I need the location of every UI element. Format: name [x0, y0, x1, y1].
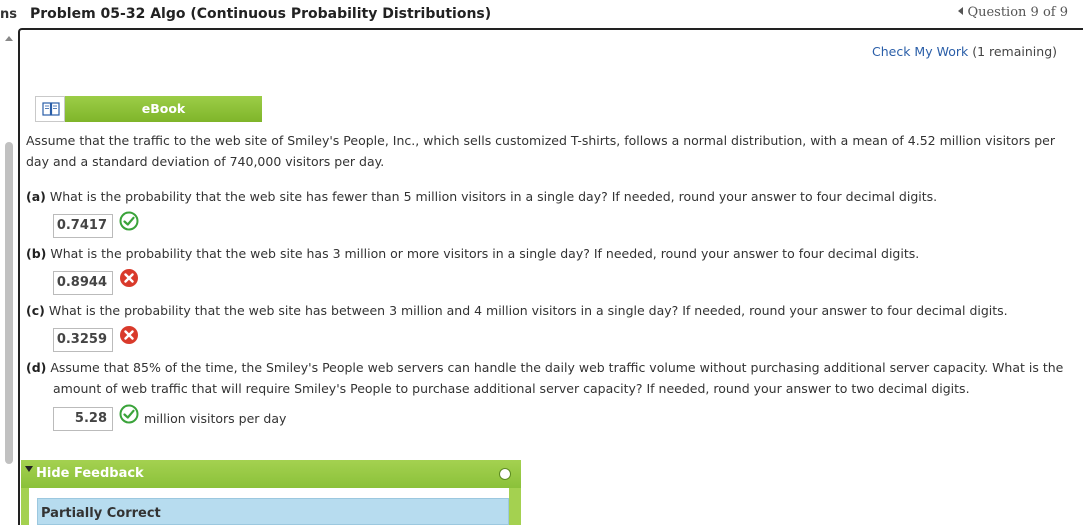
incorrect-x-icon	[120, 326, 138, 344]
ebook-book-icon[interactable]	[35, 96, 65, 122]
left-edge: ns	[0, 0, 18, 525]
hide-feedback-toggle[interactable]: Hide Feedback	[21, 460, 521, 488]
question-c: (c) What is the probability that the web…	[26, 300, 1008, 321]
feedback-toggle-knob-icon[interactable]	[499, 468, 511, 480]
question-d-text-line2: amount of web traffic that will require …	[53, 381, 970, 396]
question-d-text-line1: Assume that 85% of the time, the Smiley'…	[50, 360, 1064, 375]
question-c-text: What is the probability that the web sit…	[48, 303, 1008, 318]
question-b-text: What is the probability that the web sit…	[50, 246, 920, 261]
hide-feedback-label: Hide Feedback	[36, 466, 144, 481]
question-d-tag: (d)	[26, 360, 47, 375]
prev-question-arrow-icon[interactable]	[958, 7, 964, 15]
question-a-tag: (a)	[26, 189, 46, 204]
check-my-work-remaining: (1 remaining)	[972, 44, 1057, 59]
left-edge-label: ns	[0, 7, 17, 22]
answer-c-input[interactable]: 0.3259	[53, 328, 113, 352]
question-c-tag: (c)	[26, 303, 45, 318]
answer-b-input[interactable]: 0.8944	[53, 271, 113, 295]
answer-a-input[interactable]: 0.7417	[53, 214, 113, 238]
correct-check-icon	[119, 404, 139, 424]
question-nav-label: Question 9 of 9	[967, 5, 1068, 20]
scrollbar-thumb[interactable]	[5, 142, 13, 464]
question-b: (b) What is the probability that the web…	[26, 243, 919, 264]
problem-stem: Assume that the traffic to the web site …	[26, 133, 1055, 169]
question-d: (d) Assume that 85% of the time, the Smi…	[26, 357, 1063, 378]
question-d-line2: amount of web traffic that will require …	[53, 378, 970, 399]
correct-check-icon	[119, 211, 139, 231]
ebook-button[interactable]: eBook	[65, 96, 262, 122]
feedback-body: Partially Correct	[21, 488, 521, 525]
question-nav[interactable]: Question 9 of 9	[958, 5, 1068, 20]
scroll-up-arrow-icon[interactable]	[5, 36, 13, 41]
problem-title: Problem 05-32 Algo (Continuous Probabili…	[30, 6, 492, 22]
check-my-work: Check My Work (1 remaining)	[872, 44, 1057, 59]
feedback-result: Partially Correct	[37, 498, 509, 525]
question-a: (a) What is the probability that the web…	[26, 186, 937, 207]
question-b-tag: (b)	[26, 246, 47, 261]
collapse-triangle-icon	[25, 466, 33, 472]
incorrect-x-icon	[120, 269, 138, 287]
question-a-text: What is the probability that the web sit…	[49, 189, 938, 204]
check-my-work-link[interactable]: Check My Work	[872, 44, 968, 59]
answer-d-unit: million visitors per day	[144, 411, 287, 426]
answer-d-input[interactable]: 5.28	[53, 407, 113, 431]
